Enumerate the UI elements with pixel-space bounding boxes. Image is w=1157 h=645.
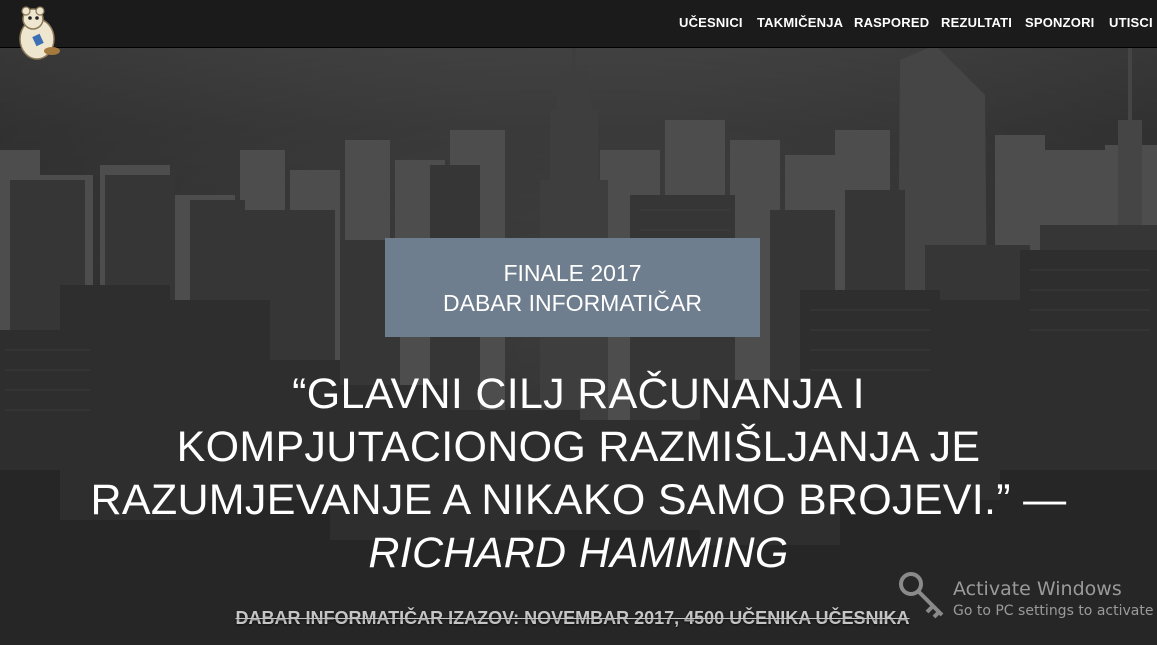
event-title-name: DABAR INFORMATIČAR [443, 289, 702, 316]
event-title-year: FINALE 2017 [503, 259, 642, 286]
nav-item-ucesnici[interactable]: UČESNICI [679, 15, 743, 30]
beaver-mascot-icon[interactable] [12, 5, 62, 61]
nav-item-takmicenja[interactable]: TAKMIČENJA [757, 15, 843, 30]
activate-windows-title: Activate Windows [953, 578, 1122, 600]
event-title-box: FINALE 2017 DABAR INFORMATIČAR [385, 238, 760, 337]
top-navbar: UČESNICI TAKMIČENJA RASPORED REZULTATI S… [0, 0, 1157, 60]
activate-windows-subtitle: Go to PC settings to activate W [953, 603, 1157, 619]
nav-item-raspored[interactable]: RASPORED [854, 15, 929, 30]
nav-item-sponzori[interactable]: SPONZORI [1025, 15, 1095, 30]
quote-text: “GLAVNI CILJ RAČUNANJA I KOMPJUTACIONOG … [90, 370, 1067, 524]
quote-author: RICHARD HAMMING [368, 529, 789, 577]
key-icon [899, 572, 944, 619]
hero-tagline: DABAR INFORMATIČAR IZAZOV: NOVEMBAR 2017… [235, 608, 910, 628]
nav-item-utisci[interactable]: UTISCI [1109, 15, 1153, 30]
hero-quote: “GLAVNI CILJ RAČUNANJA I KOMPJUTACIONOG … [90, 368, 1067, 580]
nav-item-rezultati[interactable]: REZULTATI [941, 15, 1012, 30]
